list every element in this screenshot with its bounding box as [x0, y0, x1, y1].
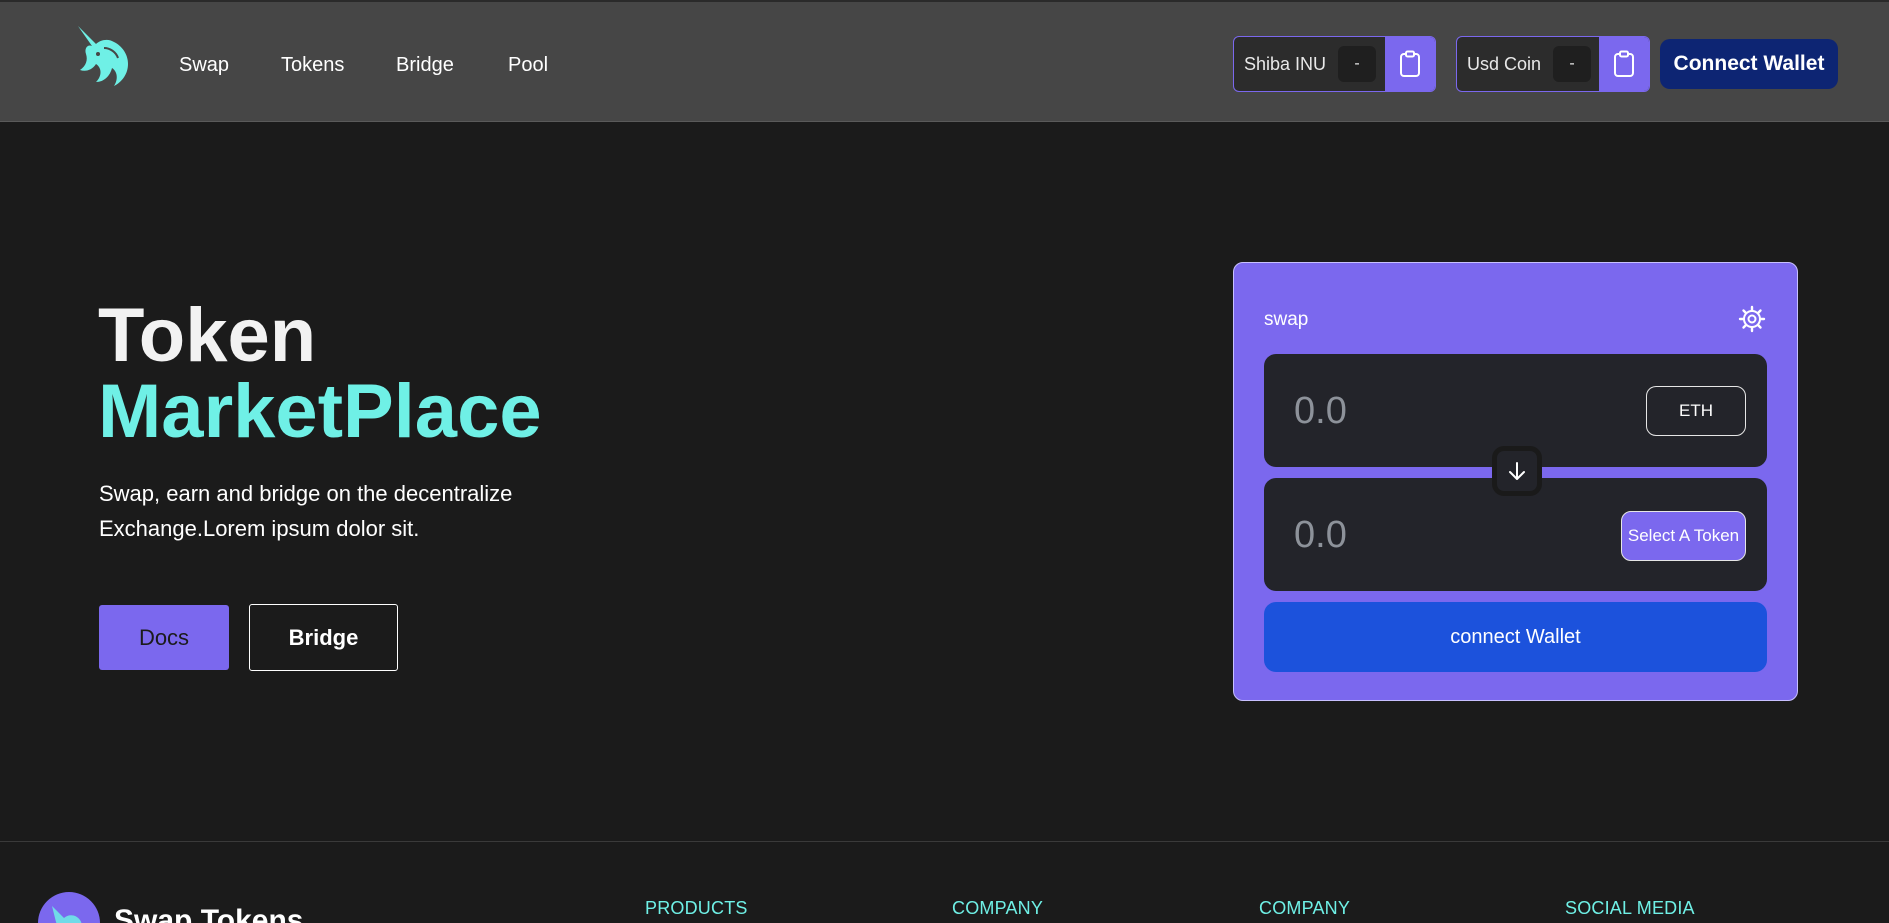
swap-direction-button[interactable]: [1492, 446, 1542, 496]
token-balance-usdc: Usd Coin -: [1456, 36, 1650, 92]
select-token-button[interactable]: Select A Token: [1621, 511, 1746, 561]
footer-brand: Swap Tokens: [114, 904, 304, 923]
top-navbar: Swap Tokens Bridge Pool Shiba INU - Usd …: [0, 0, 1889, 122]
copy-address-button[interactable]: [1385, 37, 1435, 91]
nav-pool[interactable]: Pool: [508, 54, 548, 77]
bridge-button[interactable]: Bridge: [249, 604, 398, 671]
token-balance-shiba: Shiba INU -: [1233, 36, 1436, 92]
token-value: -: [1553, 46, 1592, 82]
unicorn-logo-icon[interactable]: [74, 24, 136, 96]
arrow-down-icon: [1509, 462, 1525, 480]
connect-wallet-button[interactable]: Connect Wallet: [1660, 39, 1838, 89]
swap-card-title: swap: [1264, 309, 1309, 330]
token-name: Shiba INU: [1244, 53, 1327, 74]
nav-swap[interactable]: Swap: [179, 54, 229, 77]
from-token-select-button[interactable]: ETH: [1646, 386, 1746, 436]
nav-bridge[interactable]: Bridge: [396, 54, 454, 77]
footer-heading-social-media: SOCIAL MEDIA: [1565, 898, 1695, 918]
token-name: Usd Coin: [1467, 53, 1542, 74]
footer-heading-company-2: COMPANY: [1259, 898, 1351, 918]
nav-tokens[interactable]: Tokens: [281, 54, 344, 77]
copy-address-button[interactable]: [1599, 37, 1649, 91]
swap-to-amount-input[interactable]: [1294, 514, 1534, 557]
hero-title-line1: Token: [98, 293, 317, 378]
footer-heading-products: PRODUCTS: [645, 898, 748, 918]
hero-title-line2: MarketPlace: [98, 369, 542, 454]
clipboard-icon: [1400, 50, 1420, 77]
clipboard-icon: [1614, 50, 1634, 77]
swap-card: swap ETH Select A Token connect Wallet: [1233, 262, 1798, 701]
docs-button[interactable]: Docs: [99, 605, 229, 670]
hero-description: Swap, earn and bridge on the decentraliz…: [99, 481, 513, 541]
footer-heading-company: COMPANY: [952, 898, 1044, 918]
footer-logo-icon: [38, 892, 100, 923]
swap-from-amount-input[interactable]: [1294, 390, 1534, 433]
token-value: -: [1338, 46, 1377, 82]
footer: Swap Tokens PRODUCTS COMPANY COMPANY SOC…: [0, 841, 1889, 923]
swap-connect-wallet-button[interactable]: connect Wallet: [1264, 602, 1767, 672]
gear-icon[interactable]: [1738, 305, 1766, 333]
